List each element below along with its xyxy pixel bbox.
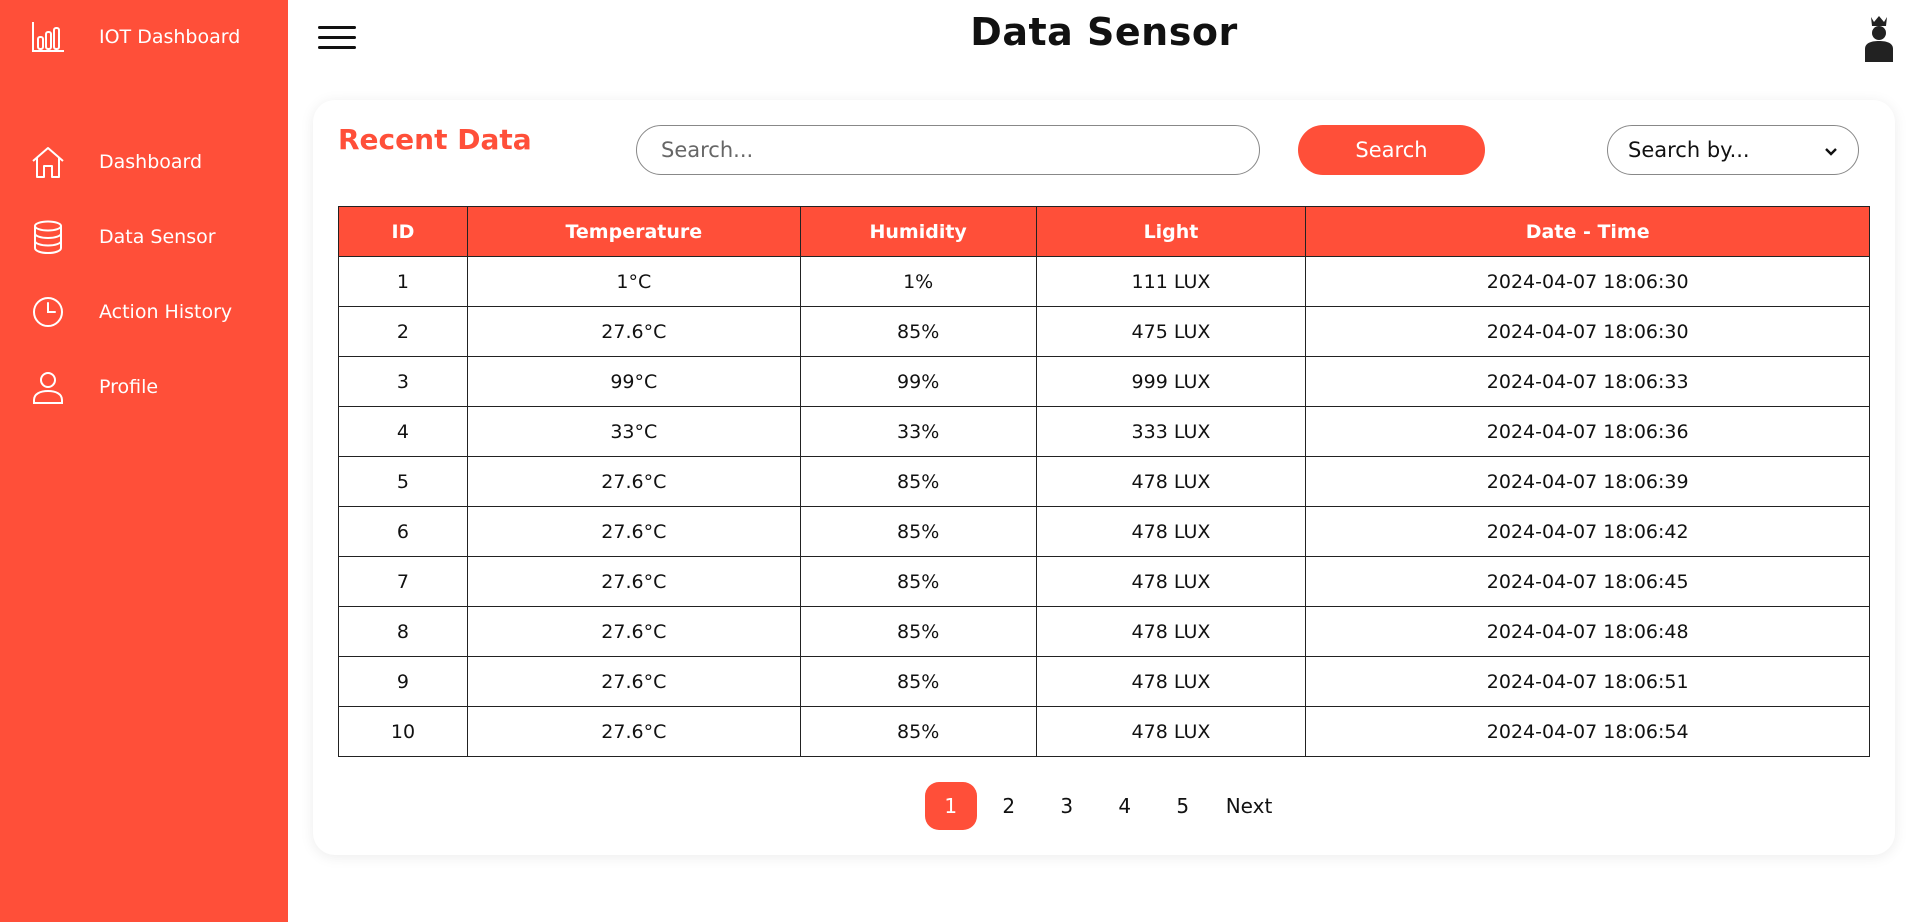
table-row: 1 1°C 1% 111 LUX 2024-04-07 18:06:30 — [338, 256, 1870, 307]
column-header-temperature[interactable]: Temperature — [466, 206, 801, 257]
table-row: 8 27.6°C 85% 478 LUX 2024-04-07 18:06:48 — [338, 606, 1870, 657]
cell-id: 2 — [338, 306, 468, 357]
sidebar-item-label: Profile — [99, 376, 159, 398]
search-button[interactable]: Search — [1298, 125, 1485, 175]
cell-light: 478 LUX — [1035, 656, 1307, 707]
page-button-2[interactable]: 2 — [983, 782, 1035, 830]
table-row: 3 99°C 99% 999 LUX 2024-04-07 18:06:33 — [338, 356, 1870, 407]
cell-date-time: 2024-04-07 18:06:42 — [1305, 506, 1870, 557]
cell-id: 7 — [338, 556, 468, 607]
search-input[interactable] — [636, 125, 1260, 175]
brand-label: IOT Dashboard — [99, 26, 241, 48]
cell-light: 478 LUX — [1035, 506, 1307, 557]
cell-humidity: 33% — [799, 406, 1037, 457]
cell-temperature: 33°C — [466, 406, 801, 457]
page-button-4[interactable]: 4 — [1099, 782, 1151, 830]
cell-humidity: 1% — [799, 256, 1037, 307]
column-header-date-time[interactable]: Date - Time — [1305, 206, 1870, 257]
cell-date-time: 2024-04-07 18:06:54 — [1305, 706, 1870, 757]
recent-data-card: Recent Data Search Search by... ID Tempe… — [313, 100, 1895, 855]
table-row: 10 27.6°C 85% 478 LUX 2024-04-07 18:06:5… — [338, 706, 1870, 757]
cell-id: 8 — [338, 606, 468, 657]
user-icon — [30, 369, 66, 405]
cell-date-time: 2024-04-07 18:06:48 — [1305, 606, 1870, 657]
avatar[interactable] — [1862, 14, 1896, 64]
chevron-down-icon — [1824, 138, 1838, 162]
sidebar-item-action-history[interactable]: Action History — [30, 292, 270, 332]
cell-light: 478 LUX — [1035, 556, 1307, 607]
cell-humidity: 85% — [799, 706, 1037, 757]
cell-light: 478 LUX — [1035, 606, 1307, 657]
table-row: 2 27.6°C 85% 475 LUX 2024-04-07 18:06:30 — [338, 306, 1870, 357]
page-button-5[interactable]: 5 — [1157, 782, 1209, 830]
cell-date-time: 2024-04-07 18:06:45 — [1305, 556, 1870, 607]
cell-light: 111 LUX — [1035, 256, 1307, 307]
cell-temperature: 27.6°C — [466, 706, 801, 757]
bar-chart-icon — [30, 19, 66, 55]
table-row: 6 27.6°C 85% 478 LUX 2024-04-07 18:06:42 — [338, 506, 1870, 557]
cell-temperature: 27.6°C — [466, 556, 801, 607]
cell-light: 478 LUX — [1035, 706, 1307, 757]
page-title: Data Sensor — [970, 10, 1238, 54]
cell-date-time: 2024-04-07 18:06:30 — [1305, 256, 1870, 307]
cell-date-time: 2024-04-07 18:06:33 — [1305, 356, 1870, 407]
page-button-1[interactable]: 1 — [924, 782, 977, 830]
cell-temperature: 27.6°C — [466, 456, 801, 507]
column-header-light[interactable]: Light — [1035, 206, 1307, 257]
cell-humidity: 99% — [799, 356, 1037, 407]
cell-humidity: 85% — [799, 606, 1037, 657]
card-title: Recent Data — [338, 123, 532, 156]
cell-id: 5 — [338, 456, 468, 507]
table-row: 9 27.6°C 85% 478 LUX 2024-04-07 18:06:51 — [338, 656, 1870, 707]
brand[interactable]: IOT Dashboard — [30, 18, 240, 56]
sidebar-item-profile[interactable]: Profile — [30, 367, 270, 407]
table-row: 5 27.6°C 85% 478 LUX 2024-04-07 18:06:39 — [338, 456, 1870, 507]
sidebar-item-label: Data Sensor — [99, 226, 216, 248]
cell-temperature: 27.6°C — [466, 506, 801, 557]
cell-temperature: 27.6°C — [466, 606, 801, 657]
cell-id: 1 — [338, 256, 468, 307]
search-by-select[interactable]: Search by... — [1607, 125, 1859, 175]
search-by-selected: Search by... — [1628, 138, 1750, 162]
cell-humidity: 85% — [799, 656, 1037, 707]
table-header-row: ID Temperature Humidity Light Date - Tim… — [338, 206, 1870, 257]
cell-light: 333 LUX — [1035, 406, 1307, 457]
cell-temperature: 99°C — [466, 356, 801, 407]
sidebar-item-data-sensor[interactable]: Data Sensor — [30, 217, 270, 257]
cell-light: 478 LUX — [1035, 456, 1307, 507]
home-icon — [30, 144, 66, 180]
next-page-button[interactable]: Next — [1212, 782, 1287, 830]
clock-icon — [30, 294, 66, 330]
page-button-3[interactable]: 3 — [1041, 782, 1093, 830]
database-icon — [30, 219, 66, 255]
table-row: 7 27.6°C 85% 478 LUX 2024-04-07 18:06:45 — [338, 556, 1870, 607]
sidebar-item-label: Action History — [99, 301, 233, 323]
cell-temperature: 27.6°C — [466, 306, 801, 357]
sensor-data-table: ID Temperature Humidity Light Date - Tim… — [338, 206, 1870, 757]
column-header-humidity[interactable]: Humidity — [799, 206, 1037, 257]
cell-temperature: 27.6°C — [466, 656, 801, 707]
cell-id: 10 — [338, 706, 468, 757]
sidebar-item-dashboard[interactable]: Dashboard — [30, 142, 270, 182]
column-header-id[interactable]: ID — [338, 206, 468, 257]
cell-temperature: 1°C — [466, 256, 801, 307]
cell-id: 3 — [338, 356, 468, 407]
cell-id: 9 — [338, 656, 468, 707]
sidebar-item-label: Dashboard — [99, 151, 203, 173]
cell-date-time: 2024-04-07 18:06:30 — [1305, 306, 1870, 357]
cell-id: 4 — [338, 406, 468, 457]
sidebar: IOT Dashboard Dashboard Data Sensor Acti… — [0, 0, 288, 922]
cell-date-time: 2024-04-07 18:06:39 — [1305, 456, 1870, 507]
cell-humidity: 85% — [799, 506, 1037, 557]
cell-light: 999 LUX — [1035, 356, 1307, 407]
cell-date-time: 2024-04-07 18:06:51 — [1305, 656, 1870, 707]
cell-date-time: 2024-04-07 18:06:36 — [1305, 406, 1870, 457]
table-row: 4 33°C 33% 333 LUX 2024-04-07 18:06:36 — [338, 406, 1870, 457]
pagination: 1 2 3 4 5 Next — [313, 782, 1895, 830]
cell-humidity: 85% — [799, 456, 1037, 507]
cell-light: 475 LUX — [1035, 306, 1307, 357]
cell-id: 6 — [338, 506, 468, 557]
cell-humidity: 85% — [799, 556, 1037, 607]
cell-humidity: 85% — [799, 306, 1037, 357]
